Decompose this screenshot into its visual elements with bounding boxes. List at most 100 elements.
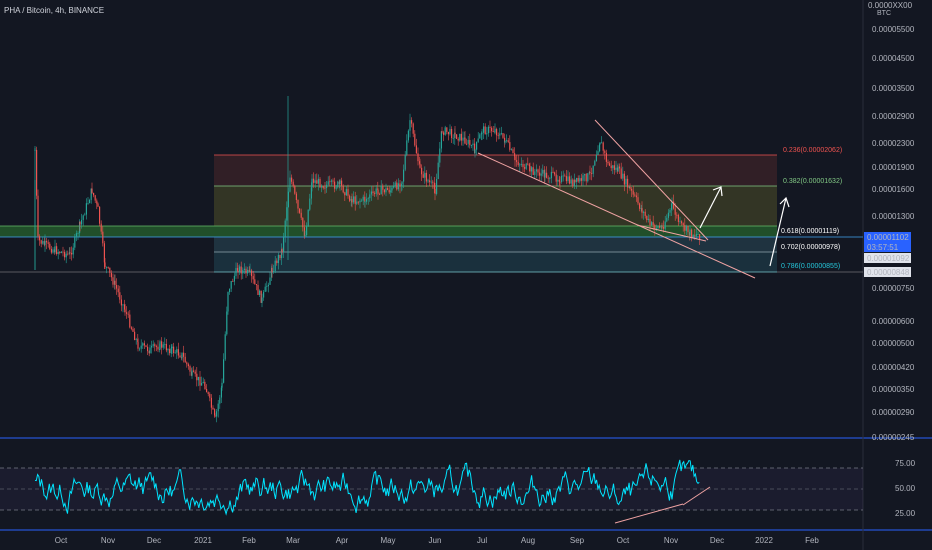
candle-body (564, 175, 566, 177)
candle-body (509, 142, 511, 150)
rsi-pane[interactable] (0, 459, 863, 524)
candle-body (326, 184, 328, 189)
candle-body (351, 199, 353, 203)
price-tick: 0.00000350 (872, 385, 915, 394)
chart-title: PHA / Bitcoin, 4h, BINANCE (4, 6, 104, 15)
candle-body (40, 240, 42, 244)
candle-body (283, 236, 285, 253)
candle-body (546, 172, 548, 178)
candle-body (446, 127, 448, 132)
candle-body (601, 142, 603, 144)
candle-body (452, 137, 454, 139)
candle-body (641, 208, 643, 213)
candle-body (537, 169, 539, 173)
candle-body (159, 341, 161, 350)
candle-body (46, 240, 48, 243)
candle-body (651, 222, 653, 226)
candle-body (106, 266, 108, 268)
rsi-tick-25: 25.00 (895, 509, 916, 518)
fibonacci-retracement[interactable] (0, 154, 863, 273)
rsi-tick-75: 75.00 (895, 459, 916, 468)
price-tick: 0.00001600 (872, 185, 915, 194)
candle-body (507, 140, 509, 143)
candle-body (334, 181, 336, 189)
price-tick: 0.00003500 (872, 84, 915, 93)
candle-body (561, 175, 563, 182)
candle-body (257, 285, 259, 295)
candle-body (62, 251, 64, 253)
price-tick: 0.00002300 (872, 139, 915, 148)
candle-body (469, 140, 471, 146)
chart-root[interactable]: 0.236(0.00002062) 0.382(0.00001632) 0.61… (0, 0, 932, 550)
candle-body (77, 233, 79, 234)
candle-body (224, 334, 226, 360)
candle-body (227, 292, 229, 312)
candle-body (510, 149, 512, 151)
candle-body (674, 208, 676, 215)
candle-body (612, 165, 614, 169)
price-axis-unit: BTC (877, 10, 891, 17)
candle-body (202, 381, 204, 384)
candle-body (576, 177, 578, 182)
candle-body (554, 172, 556, 175)
candle-body (181, 352, 183, 359)
candle-body (694, 234, 696, 236)
candle-body (425, 172, 427, 182)
time-tick: Mar (286, 536, 300, 545)
candle-body (476, 141, 478, 150)
candle-body (295, 193, 297, 201)
candle-body (681, 221, 683, 224)
candle-body (102, 231, 104, 244)
candle-body (57, 251, 59, 254)
candle-body (126, 312, 128, 314)
candle-body (609, 163, 611, 166)
candle-body (341, 180, 343, 186)
candle-body (622, 173, 624, 179)
candle-body (525, 163, 527, 169)
candle-body (699, 234, 701, 240)
candle-body (377, 189, 379, 194)
time-tick: Oct (55, 536, 68, 545)
candle-body (504, 140, 506, 143)
candle-body (294, 185, 296, 194)
candle-body (266, 286, 268, 287)
candle-body (492, 131, 494, 132)
candle-body (414, 133, 416, 146)
candle-body (169, 349, 171, 354)
candle-body (589, 172, 591, 174)
candle-body (664, 221, 666, 229)
candle-body (544, 172, 546, 178)
candle-body (335, 187, 337, 189)
candle-body (615, 167, 617, 170)
candle-body (591, 173, 593, 174)
candle-body (595, 155, 597, 162)
price-chart[interactable]: 0.236(0.00002062) 0.382(0.00001632) 0.61… (0, 0, 932, 550)
candle-body (145, 345, 147, 347)
candle-body (481, 132, 483, 134)
candle-body (692, 234, 694, 238)
candle-body (252, 276, 254, 280)
candle-body (322, 186, 324, 189)
candle-body (585, 174, 587, 182)
candle-body (179, 355, 181, 358)
candle-body (412, 123, 414, 134)
candle-body (130, 327, 132, 329)
candle-body (342, 185, 344, 193)
candle-body (349, 195, 351, 201)
time-axis[interactable]: Oct Nov Dec 2021 Feb Mar Apr May Jun Jul Aug Sep Oct… (55, 536, 820, 545)
candle-body (96, 200, 98, 204)
candle-body (134, 331, 136, 340)
time-tick: May (380, 536, 395, 545)
candle-body (627, 178, 629, 188)
price-axis[interactable]: 0.0000XX00 BTC 0.00005500 0.00004500 0.000… (868, 1, 915, 442)
candle-body (663, 227, 665, 229)
candle-body (623, 173, 625, 185)
candle-body (364, 201, 366, 203)
candle-body (396, 182, 398, 190)
candle-body (104, 262, 106, 267)
price-tick: 0.00001900 (872, 163, 915, 172)
candle-body (539, 172, 541, 176)
candle-body (302, 217, 304, 228)
candle-body (691, 229, 693, 238)
candle-body (620, 168, 622, 179)
